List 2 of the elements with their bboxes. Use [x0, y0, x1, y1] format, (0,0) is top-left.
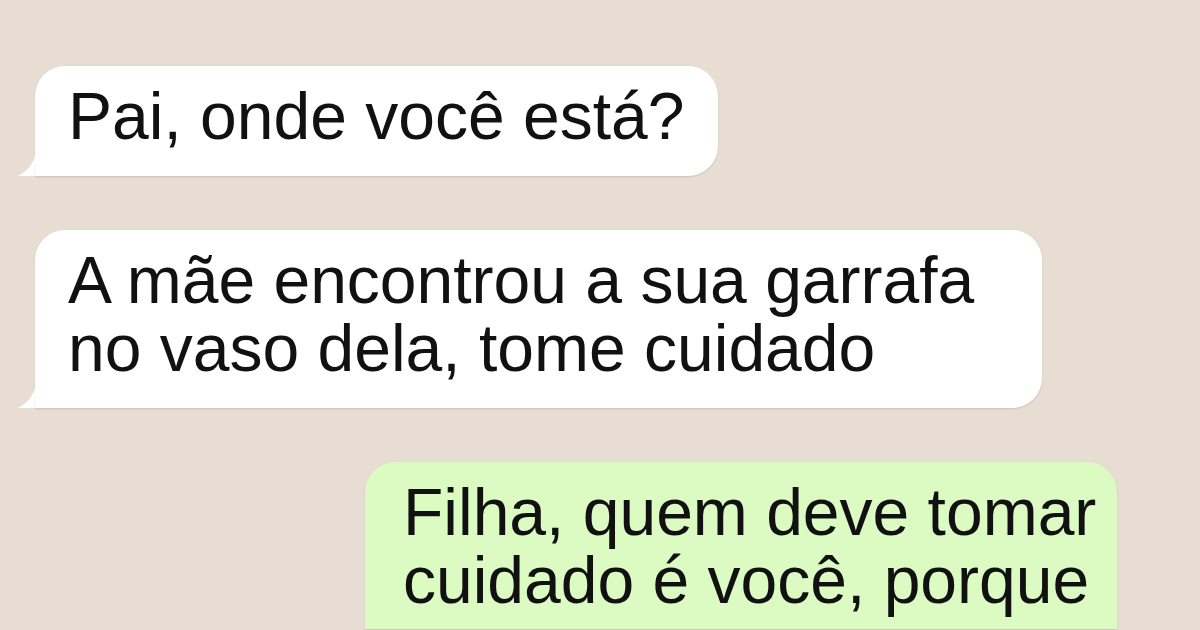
message-text: A mãe encontrou a sua garrafa no vaso dela, tome cuidado — [68, 246, 976, 382]
message-text: Pai, onde você está? — [68, 82, 685, 150]
